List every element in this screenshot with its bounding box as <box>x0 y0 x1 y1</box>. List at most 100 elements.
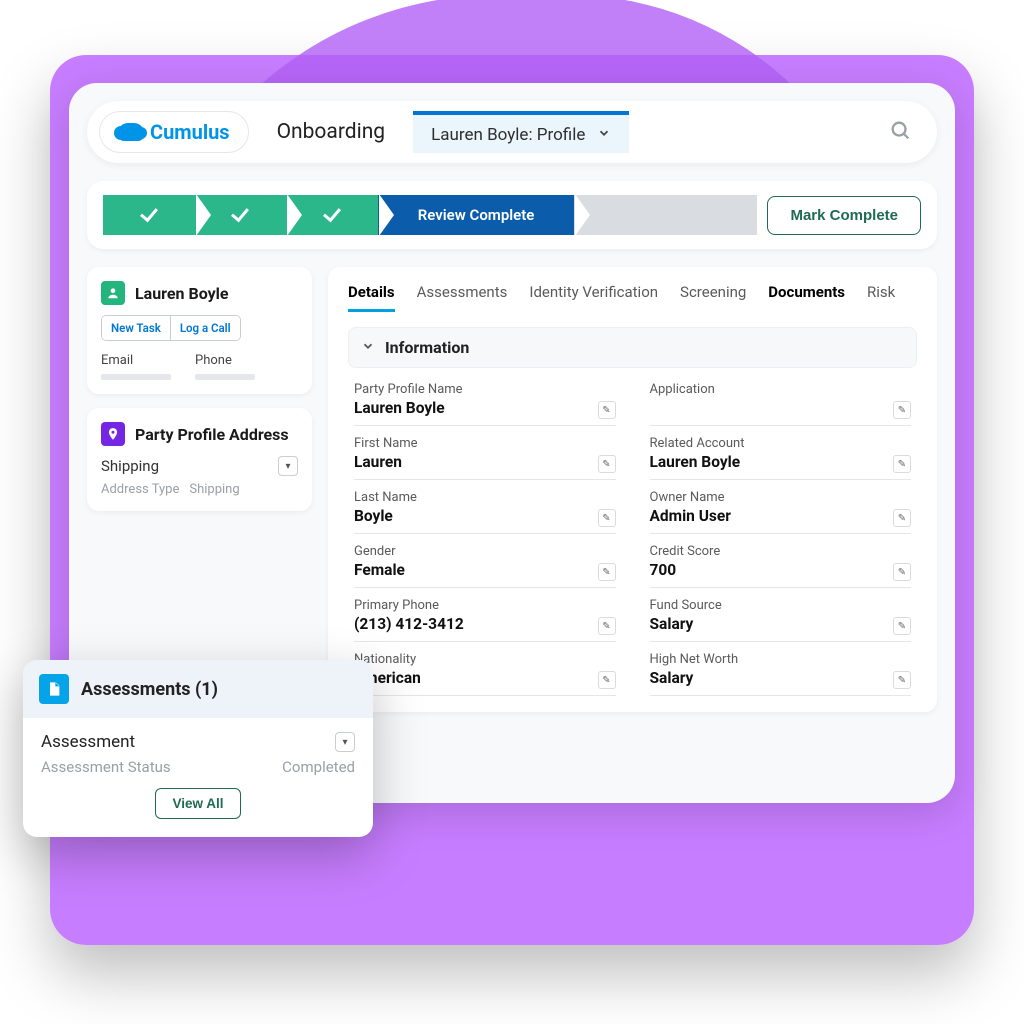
field-value: Admin User <box>650 507 912 527</box>
detail-field: Application ✎ <box>650 382 912 426</box>
progress-path-card: Review Complete Mark Complete <box>87 181 937 249</box>
field-value: Salary <box>650 615 912 635</box>
placeholder-bar <box>195 374 255 380</box>
app-header: Cumulus Onboarding Lauren Boyle: Profile <box>87 101 937 163</box>
tab-documents[interactable]: Documents <box>768 283 845 312</box>
document-icon <box>39 674 69 704</box>
section-title: Information <box>385 338 469 357</box>
chevron-down-icon <box>597 125 611 145</box>
field-value: Boyle <box>354 507 616 527</box>
new-task-button[interactable]: New Task <box>102 316 170 340</box>
field-value: Lauren <box>354 453 616 473</box>
tab-risk[interactable]: Risk <box>867 283 895 312</box>
edit-icon[interactable]: ✎ <box>893 509 911 527</box>
tab-identity-verification[interactable]: Identity Verification <box>529 283 658 312</box>
address-card: Party Profile Address Shipping ▾ Address… <box>87 408 312 511</box>
path-step-current[interactable]: Review Complete <box>378 195 574 235</box>
check-icon <box>231 204 249 223</box>
view-all-button[interactable]: View All <box>155 788 240 819</box>
detail-tabs: Details Assessments Identity Verificatio… <box>348 283 917 313</box>
placeholder-bar <box>101 374 171 380</box>
edit-icon[interactable]: ✎ <box>893 401 911 419</box>
field-label: High Net Worth <box>650 652 912 667</box>
edit-icon[interactable]: ✎ <box>893 455 911 473</box>
edit-icon[interactable]: ✎ <box>893 563 911 581</box>
field-label: Primary Phone <box>354 598 616 613</box>
field-label: Related Account <box>650 436 912 451</box>
address-type-label: Address Type <box>101 482 179 497</box>
field-value: Salary <box>650 669 912 689</box>
edit-icon[interactable]: ✎ <box>598 671 616 689</box>
field-label: Fund Source <box>650 598 912 613</box>
brand-pill[interactable]: Cumulus <box>99 111 249 153</box>
detail-field: Party Profile Name Lauren Boyle✎ <box>354 382 616 426</box>
field-value: (213) 412-3412 <box>354 615 616 635</box>
field-label: Owner Name <box>650 490 912 505</box>
brand-name: Cumulus <box>150 120 230 144</box>
detail-field: Primary Phone (213) 412-3412✎ <box>354 598 616 642</box>
profile-summary-card: Lauren Boyle New Task Log a Call Email P… <box>87 267 312 394</box>
profile-name: Lauren Boyle <box>135 284 229 303</box>
field-label: Nationality <box>354 652 616 667</box>
field-value <box>650 399 912 419</box>
search-button[interactable] <box>889 119 911 145</box>
detail-field: Owner Name Admin User✎ <box>650 490 912 534</box>
assessment-status-label: Assessment Status <box>41 758 171 776</box>
action-button-group: New Task Log a Call <box>101 315 241 341</box>
detail-field: Gender Female✎ <box>354 544 616 588</box>
email-field-label: Email <box>101 353 171 380</box>
field-label: Credit Score <box>650 544 912 559</box>
field-value: American <box>354 669 616 689</box>
context-label: Onboarding <box>263 114 400 150</box>
path-step-complete[interactable] <box>103 195 195 235</box>
progress-path: Review Complete <box>103 195 757 235</box>
tab-screening[interactable]: Screening <box>680 283 746 312</box>
cloud-icon <box>118 123 144 141</box>
detail-field: Nationality American✎ <box>354 652 616 696</box>
address-menu-button[interactable]: ▾ <box>278 456 298 476</box>
edit-icon[interactable]: ✎ <box>893 617 911 635</box>
field-value: 700 <box>650 561 912 581</box>
address-card-title: Party Profile Address <box>135 425 289 444</box>
chevron-down-icon <box>361 338 375 357</box>
address-primary: Shipping <box>101 457 159 475</box>
address-type-value: Shipping <box>189 482 239 497</box>
check-icon <box>323 204 341 223</box>
workspace-tab-label: Lauren Boyle: Profile <box>431 125 585 145</box>
field-label: Party Profile Name <box>354 382 616 397</box>
edit-icon[interactable]: ✎ <box>598 509 616 527</box>
field-value: Lauren Boyle <box>650 453 912 473</box>
field-label: First Name <box>354 436 616 451</box>
log-call-button[interactable]: Log a Call <box>170 316 240 340</box>
assessment-menu-button[interactable]: ▾ <box>335 732 355 752</box>
search-icon <box>889 119 911 141</box>
edit-icon[interactable]: ✎ <box>893 671 911 689</box>
assessments-title: Assessments (1) <box>81 679 218 700</box>
path-step-future[interactable] <box>574 195 757 235</box>
edit-icon[interactable]: ✎ <box>598 617 616 635</box>
mark-complete-button[interactable]: Mark Complete <box>767 196 921 235</box>
edit-icon[interactable]: ✎ <box>598 401 616 419</box>
detail-field: Credit Score 700✎ <box>650 544 912 588</box>
edit-icon[interactable]: ✎ <box>598 563 616 581</box>
tab-details[interactable]: Details <box>348 283 395 312</box>
workspace-tab[interactable]: Lauren Boyle: Profile <box>413 111 629 153</box>
person-icon <box>101 281 125 305</box>
detail-field: Related Account Lauren Boyle✎ <box>650 436 912 480</box>
field-value: Lauren Boyle <box>354 399 616 419</box>
phone-field-label: Phone <box>195 353 255 380</box>
detail-field: High Net Worth Salary✎ <box>650 652 912 696</box>
assessment-item-label: Assessment <box>41 732 135 752</box>
check-icon <box>140 204 158 223</box>
assessments-floating-card: Assessments (1) Assessment ▾ Assessment … <box>23 660 373 837</box>
section-toggle[interactable]: Information <box>348 327 917 368</box>
field-value: Female <box>354 561 616 581</box>
field-label: Gender <box>354 544 616 559</box>
tab-assessments[interactable]: Assessments <box>417 283 508 312</box>
detail-field: First Name Lauren✎ <box>354 436 616 480</box>
field-label: Last Name <box>354 490 616 505</box>
detail-field: Last Name Boyle✎ <box>354 490 616 534</box>
field-label: Application <box>650 382 912 397</box>
detail-field: Fund Source Salary✎ <box>650 598 912 642</box>
edit-icon[interactable]: ✎ <box>598 455 616 473</box>
